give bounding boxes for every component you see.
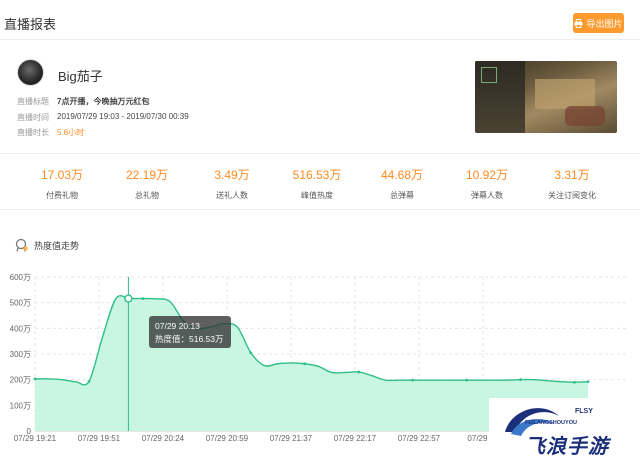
report-header: 直播报表 导出图片 xyxy=(0,0,640,40)
stat-follow-change: 3.31万 关注订阅变化 xyxy=(532,166,612,201)
stat-value: 17.03万 xyxy=(40,168,84,182)
stat-peak-heat: 516.53万 峰值热度 xyxy=(277,166,357,201)
y-tick-label: 400万 xyxy=(10,324,31,333)
info-value: 7点开播，今晚抽万元红包 xyxy=(57,97,150,106)
x-tick-label: 07/29 20:24 xyxy=(142,434,185,443)
streamer-info-panel: Big茄子 直播标题 7点开播，今晚抽万元红包 直播时间 2019/07/29 … xyxy=(0,40,640,154)
chart-tooltip: 07/29 20:13 热度值：516.53万 xyxy=(149,316,231,348)
x-tick-label: 07/29 21:37 xyxy=(270,434,313,443)
stat-value: 44.68万 xyxy=(380,168,424,182)
stat-label: 付费礼物 xyxy=(46,191,78,200)
hover-point xyxy=(124,294,133,303)
data-point xyxy=(141,297,145,300)
info-label: 直播标题 xyxy=(17,97,49,106)
watermark-logo: FLSY FEILANGSHOUYOU 飞浪手游 xyxy=(489,398,634,468)
stat-paid-gifts: 17.03万 付费礼物 xyxy=(22,166,102,201)
info-row-title: 直播标题 7点开播，今晚抽万元红包 xyxy=(17,96,149,107)
stat-value: 3.49万 xyxy=(214,168,250,182)
streamer-name[interactable]: Big茄子 xyxy=(58,66,103,85)
tooltip-value: 热度值：516.53万 xyxy=(155,334,224,344)
stat-label: 送礼人数 xyxy=(216,191,248,200)
trend-medal-icon xyxy=(15,238,29,252)
info-label: 直播时间 xyxy=(17,113,49,122)
stat-value: 516.53万 xyxy=(292,168,342,182)
y-tick-label: 500万 xyxy=(10,299,31,308)
stat-gift-senders: 3.49万 送礼人数 xyxy=(192,166,272,201)
data-point xyxy=(33,377,37,381)
x-tick-label: 07/29 20:59 xyxy=(206,434,249,443)
data-point xyxy=(303,362,307,366)
data-point xyxy=(465,378,469,382)
stat-label: 峰值热度 xyxy=(301,191,333,200)
data-point xyxy=(573,380,576,384)
export-image-button[interactable]: 导出图片 xyxy=(573,13,624,33)
y-tick-label: 600万 xyxy=(10,273,31,282)
stats-row: 17.03万 付费礼物 22.19万 总礼物 3.49万 送礼人数 516.53… xyxy=(0,154,640,210)
watermark-domain: FEILANGSHOUYOU xyxy=(525,420,577,426)
stat-label: 总弹幕 xyxy=(390,191,414,200)
stat-danmaku-users: 10.92万 弹幕人数 xyxy=(447,166,527,201)
info-value: 2019/07/29 19:03 - 2019/07/30 00:39 xyxy=(57,112,189,121)
info-value: 5.6小时 xyxy=(57,128,85,137)
stat-value: 3.31万 xyxy=(554,168,590,182)
info-row-time: 直播时间 2019/07/29 19:03 - 2019/07/30 00:39 xyxy=(17,112,189,123)
data-point xyxy=(249,351,253,355)
info-label: 直播时长 xyxy=(17,128,49,137)
stat-value: 10.92万 xyxy=(465,168,509,182)
data-point xyxy=(519,378,522,382)
stat-total-gifts: 22.19万 总礼物 xyxy=(107,166,187,201)
y-tick-label: 100万 xyxy=(10,401,31,410)
trend-header: 热度值走势 xyxy=(15,238,79,252)
info-row-duration: 直播时长 5.6小时 xyxy=(17,127,84,138)
x-tick-label: 07/29 19:51 xyxy=(78,434,121,443)
data-point xyxy=(357,370,361,374)
stat-label: 关注订阅变化 xyxy=(548,191,596,200)
trend-title: 热度值走势 xyxy=(34,240,80,251)
data-point xyxy=(586,380,590,384)
y-tick-label: 300万 xyxy=(10,350,31,359)
stat-value: 22.19万 xyxy=(125,168,169,182)
x-tick-label: 07/29 22:17 xyxy=(334,434,377,443)
avatar[interactable] xyxy=(17,59,44,86)
watermark-tag: FLSY xyxy=(575,408,593,415)
x-tick-label: 07/29 19:21 xyxy=(14,434,57,443)
stat-label: 弹幕人数 xyxy=(471,191,503,200)
page-title: 直播报表 xyxy=(4,17,57,32)
data-point xyxy=(411,378,415,382)
export-label: 导出图片 xyxy=(586,18,623,29)
stream-thumbnail[interactable] xyxy=(475,61,617,133)
data-point xyxy=(87,380,91,383)
printer-icon xyxy=(574,18,584,28)
stat-total-danmaku: 44.68万 总弹幕 xyxy=(362,166,442,201)
y-tick-label: 200万 xyxy=(10,376,31,385)
stat-label: 总礼物 xyxy=(135,191,159,200)
watermark-brand: 飞浪手游 xyxy=(525,436,609,458)
tooltip-time: 07/29 20:13 xyxy=(155,321,200,331)
x-tick-label: 07/29 22:57 xyxy=(398,434,441,443)
